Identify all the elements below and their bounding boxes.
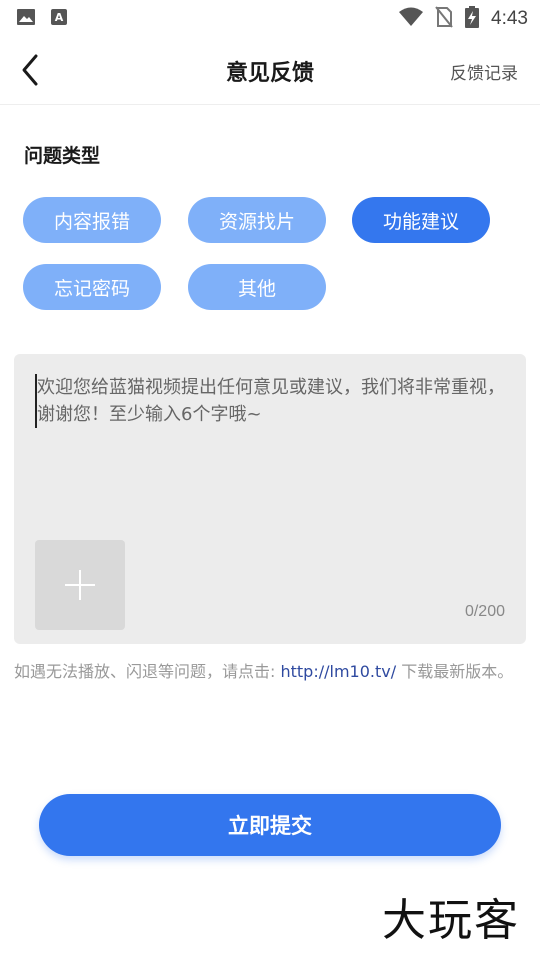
help-hint: 如遇无法播放、闪退等问题，请点击: http://lm10.tv/ 下载最新版本… — [14, 660, 526, 683]
hint-suffix: 下载最新版本。 — [396, 662, 514, 681]
font-a-icon: A — [50, 8, 70, 26]
chip-feature-suggestion[interactable]: 功能建议 — [352, 197, 490, 243]
chip-other[interactable]: 其他 — [188, 264, 326, 310]
plus-icon — [35, 570, 125, 634]
hint-prefix: 如遇无法播放、闪退等问题，请点击: — [14, 662, 281, 681]
image-icon — [16, 8, 36, 26]
watermark-logo: 大玩客 — [382, 895, 520, 946]
feedback-placeholder: 欢迎您给蓝猫视频提出任何意见或建议，我们将非常重视，谢谢您！至少输入6个字哦~ — [35, 374, 507, 428]
app-header: 意见反馈 反馈记录 — [0, 36, 540, 105]
svg-text:A: A — [55, 11, 64, 24]
no-sim-icon — [435, 6, 453, 32]
wifi-icon — [399, 7, 424, 31]
issue-type-title: 问题类型 — [24, 145, 101, 167]
chip-find-resource[interactable]: 资源找片 — [188, 197, 326, 243]
chip-forgot-password[interactable]: 忘记密码 — [23, 264, 161, 310]
char-counter: 0/200 — [464, 603, 505, 620]
status-left-icons: A — [16, 8, 70, 26]
chip-content-error[interactable]: 内容报错 — [23, 197, 161, 243]
status-bar: A 4:43 — [0, 0, 540, 36]
status-time: 4:43 — [491, 8, 528, 29]
battery-charging-icon — [465, 6, 480, 32]
feedback-textarea[interactable]: 欢迎您给蓝猫视频提出任何意见或建议，我们将非常重视，谢谢您！至少输入6个字哦~ … — [14, 354, 526, 644]
feedback-history-link[interactable]: 反馈记录 — [450, 59, 518, 84]
download-link[interactable]: http://lm10.tv/ — [280, 662, 396, 681]
status-right: 4:43 — [399, 6, 528, 32]
add-image-button[interactable] — [35, 540, 125, 630]
submit-button[interactable]: 立即提交 — [39, 794, 501, 856]
